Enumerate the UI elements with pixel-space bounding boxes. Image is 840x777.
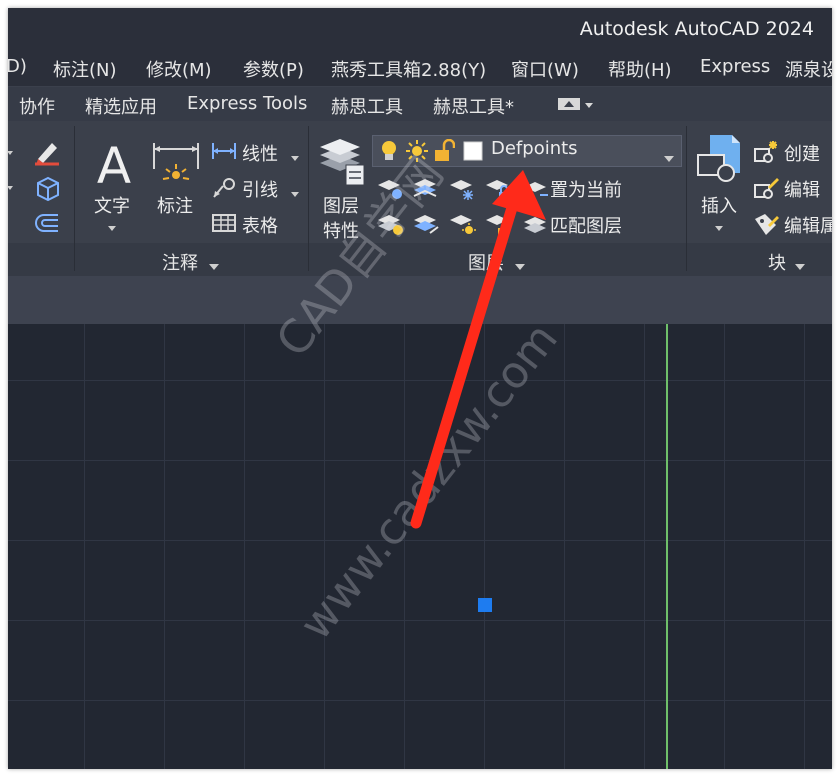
annotation-arrow — [410, 170, 546, 529]
autocad-window: Autodesk AutoCAD 2024 D) 标注(N) 修改(M) 参数(… — [8, 8, 832, 769]
